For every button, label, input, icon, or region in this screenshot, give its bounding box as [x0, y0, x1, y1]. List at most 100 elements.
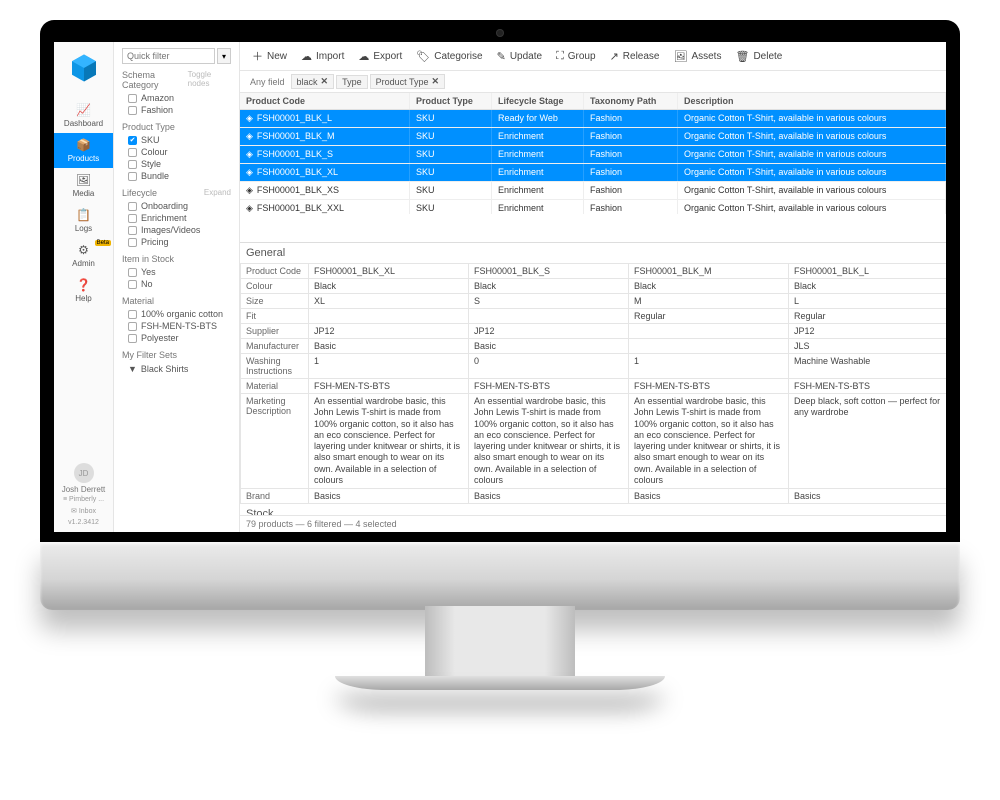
release-button[interactable]: ↗Release: [604, 48, 666, 65]
detail-cell[interactable]: M: [629, 294, 789, 309]
filter-option[interactable]: FSH-MEN-TS-BTS: [122, 320, 231, 332]
table-row[interactable]: ◈FSH00001_BLK_XSSKUEnrichmentFashionOrga…: [240, 182, 946, 200]
column-header[interactable]: Product Code: [240, 93, 410, 109]
detail-cell[interactable]: FSH-MEN-TS-BTS: [789, 379, 947, 394]
column-header[interactable]: Product Type: [410, 93, 492, 109]
detail-cell[interactable]: L: [789, 294, 947, 309]
filter-option[interactable]: Style: [122, 158, 231, 170]
table-row[interactable]: ◈FSH00001_BLK_XXLSKUEnrichmentFashionOrg…: [240, 200, 946, 214]
detail-cell[interactable]: Regular: [629, 309, 789, 324]
filter-option-label: Images/Videos: [141, 225, 200, 235]
filter-option[interactable]: No: [122, 278, 231, 290]
cell-type: SKU: [410, 146, 492, 163]
saved-filter[interactable]: ▼Black Shirts: [122, 362, 231, 376]
inbox-link[interactable]: ✉ Inbox: [54, 505, 113, 517]
assets-button[interactable]: 🖼Assets: [667, 48, 727, 65]
detail-cell[interactable]: XL: [309, 294, 469, 309]
filter-chip[interactable]: Type: [336, 75, 368, 89]
filter-option[interactable]: SKU: [122, 134, 231, 146]
table-row[interactable]: ◈FSH00001_BLK_LSKUReady for WebFashionOr…: [240, 110, 946, 128]
sidebar-item-dashboard[interactable]: 📈Dashboard: [54, 98, 113, 133]
delete-button[interactable]: 🗑Delete: [729, 48, 788, 65]
detail-cell[interactable]: Regular: [789, 309, 947, 324]
quick-filter-input[interactable]: [122, 48, 215, 64]
detail-cell[interactable]: [309, 309, 469, 324]
column-header[interactable]: Description: [678, 93, 946, 109]
detail-cell[interactable]: FSH-MEN-TS-BTS: [629, 379, 789, 394]
filter-option[interactable]: 100% organic cotton: [122, 308, 231, 320]
filter-option[interactable]: Onboarding: [122, 200, 231, 212]
detail-cell[interactable]: [469, 309, 629, 324]
detail-cell[interactable]: An essential wardrobe basic, this John L…: [469, 394, 629, 489]
filter-option[interactable]: Polyester: [122, 332, 231, 344]
cube-icon: 📦: [76, 138, 91, 152]
detail-table: Product CodeFSH00001_BLK_XLFSH00001_BLK_…: [240, 263, 946, 504]
detail-cell[interactable]: FSH00001_BLK_M: [629, 264, 789, 279]
detail-cell[interactable]: Black: [469, 279, 629, 294]
detail-cell[interactable]: Black: [629, 279, 789, 294]
detail-cell[interactable]: An essential wardrobe basic, this John L…: [309, 394, 469, 489]
detail-cell[interactable]: Black: [309, 279, 469, 294]
import-button[interactable]: ☁Import: [295, 48, 350, 65]
detail-cell[interactable]: FSH00001_BLK_XL: [309, 264, 469, 279]
detail-cell[interactable]: FSH00001_BLK_L: [789, 264, 947, 279]
detail-cell[interactable]: Basic: [309, 339, 469, 354]
detail-cell[interactable]: Machine Washable: [789, 354, 947, 379]
cell-desc: Organic Cotton T-Shirt, available in var…: [678, 200, 946, 214]
sidebar-item-logs[interactable]: 📋Logs: [54, 203, 113, 238]
quick-filter-dropdown[interactable]: ▾: [217, 48, 231, 64]
detail-cell[interactable]: FSH-MEN-TS-BTS: [309, 379, 469, 394]
filter-option[interactable]: Pricing: [122, 236, 231, 248]
filter-group-toggle[interactable]: Toggle nodes: [188, 70, 231, 90]
categorise-button[interactable]: 🏷Categorise: [410, 48, 488, 65]
detail-cell[interactable]: 1: [309, 354, 469, 379]
filter-option[interactable]: Amazon: [122, 92, 231, 104]
detail-cell[interactable]: JLS: [789, 339, 947, 354]
update-button[interactable]: ✎Update: [491, 48, 548, 65]
org-name[interactable]: ≡ Pimberly ...: [54, 494, 113, 505]
detail-cell[interactable]: Basics: [789, 489, 947, 504]
filter-chip[interactable]: Product Type✕: [370, 74, 445, 89]
detail-cell[interactable]: S: [469, 294, 629, 309]
sidebar-item-help[interactable]: ❓Help: [54, 273, 113, 308]
filter-option[interactable]: Images/Videos: [122, 224, 231, 236]
detail-cell[interactable]: Basics: [629, 489, 789, 504]
detail-cell[interactable]: [629, 324, 789, 339]
detail-cell[interactable]: 0: [469, 354, 629, 379]
filter-chip[interactable]: black✕: [291, 74, 335, 89]
detail-cell[interactable]: FSH-MEN-TS-BTS: [469, 379, 629, 394]
column-header[interactable]: Taxonomy Path: [584, 93, 678, 109]
new-button[interactable]: ＋New: [246, 46, 293, 66]
filter-option[interactable]: Yes: [122, 266, 231, 278]
close-icon[interactable]: ✕: [321, 76, 329, 87]
detail-cell[interactable]: Black: [789, 279, 947, 294]
table-row[interactable]: ◈FSH00001_BLK_MSKUEnrichmentFashionOrgan…: [240, 128, 946, 146]
detail-cell[interactable]: [629, 339, 789, 354]
filter-option[interactable]: Enrichment: [122, 212, 231, 224]
detail-cell[interactable]: 1: [629, 354, 789, 379]
filter-option[interactable]: Bundle: [122, 170, 231, 182]
sidebar-item-media[interactable]: 🖼Media: [54, 168, 113, 203]
detail-cell[interactable]: FSH00001_BLK_S: [469, 264, 629, 279]
filter-option[interactable]: Colour: [122, 146, 231, 158]
table-row[interactable]: ◈FSH00001_BLK_XLSKUEnrichmentFashionOrga…: [240, 164, 946, 182]
detail-cell[interactable]: JP12: [309, 324, 469, 339]
export-button[interactable]: ☁Export: [352, 48, 408, 65]
detail-cell[interactable]: Basics: [309, 489, 469, 504]
detail-cell[interactable]: JP12: [789, 324, 947, 339]
group-button[interactable]: ⛶Group: [550, 48, 602, 65]
sidebar-item-admin[interactable]: Beta⚙Admin: [54, 238, 113, 273]
sidebar-item-products[interactable]: 📦Products: [54, 133, 113, 168]
user-block[interactable]: JD Josh Derrett ≡ Pimberly ... ✉ Inbox v…: [54, 459, 113, 532]
filter-group-toggle[interactable]: Expand: [204, 188, 231, 198]
column-header[interactable]: Lifecycle Stage: [492, 93, 584, 109]
filter-option[interactable]: Fashion: [122, 104, 231, 116]
table-row[interactable]: ◈FSH00001_BLK_SSKUEnrichmentFashionOrgan…: [240, 146, 946, 164]
detail-cell[interactable]: Basics: [469, 489, 629, 504]
detail-cell[interactable]: JP12: [469, 324, 629, 339]
close-icon[interactable]: ✕: [431, 76, 439, 87]
product-grid: Product CodeProduct TypeLifecycle StageT…: [240, 93, 946, 214]
detail-cell[interactable]: An essential wardrobe basic, this John L…: [629, 394, 789, 489]
detail-cell[interactable]: Deep black, soft cotton — perfect for an…: [789, 394, 947, 489]
detail-cell[interactable]: Basic: [469, 339, 629, 354]
